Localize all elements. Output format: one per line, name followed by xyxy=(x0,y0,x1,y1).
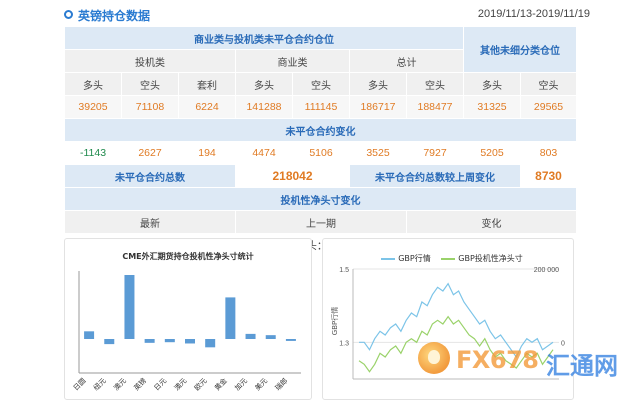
bar-mark xyxy=(124,275,135,339)
change-cell: 7927 xyxy=(405,141,465,165)
total-oi-label: 未平仓合约总数 xyxy=(64,164,236,188)
bar-category-label: 黄金 xyxy=(213,376,229,392)
change-cell: -1143 xyxy=(64,141,122,165)
bar-category-label: 日元 xyxy=(153,377,169,393)
positions-table: 商业类与投机类未平仓合约仓位 其他未细分类仓位 投机类 商业类 总计 多头 空头… xyxy=(63,26,578,257)
change-cell: 5205 xyxy=(463,141,522,165)
bar-mark xyxy=(104,339,115,345)
latest-label: 最新 xyxy=(64,210,236,234)
col-spread: 套利 xyxy=(178,72,236,96)
bar-mark xyxy=(84,331,95,339)
value-cell: 31325 xyxy=(463,95,522,119)
bar-category-label: 加元 xyxy=(233,376,249,392)
change-cell: 194 xyxy=(178,141,236,165)
bar-category-label: 瑞郎 xyxy=(273,376,289,392)
bar-mark xyxy=(144,339,155,343)
bar-mark xyxy=(164,339,175,343)
group-total: 总计 xyxy=(348,49,465,73)
section-title: 英镑持仓数据 xyxy=(78,9,151,23)
bar-chart: 日圆 纽元 澳元 英镑 日元 澳元 欧元 黄金 加元 美元 瑞郎 xyxy=(72,271,301,393)
col-short: 空头 xyxy=(292,72,350,96)
bar-category-label: 日圆 xyxy=(72,377,88,393)
bar-mark xyxy=(285,339,296,341)
left-tick-label: 1.5 xyxy=(339,267,349,274)
value-cell: 29565 xyxy=(520,95,578,119)
group-speculative: 投机类 xyxy=(64,49,236,73)
bar-mark xyxy=(245,333,256,339)
fx678-logo-icon xyxy=(418,342,450,374)
col-long: 多头 xyxy=(235,72,293,96)
oi-change-label: 未平仓合约总数较上周变化 xyxy=(348,164,522,188)
date-range: 2019/11/13-2019/11/19 xyxy=(477,8,590,20)
bar-category-label: 欧元 xyxy=(192,376,208,392)
line-y-axis-label: GBP行情 xyxy=(330,307,339,335)
fx678-watermark: FX678 汇通网 xyxy=(418,336,630,392)
circle-bullet-icon xyxy=(64,10,73,19)
col-short: 空头 xyxy=(405,72,465,96)
bar-category-label: 澳元 xyxy=(172,376,188,392)
value-cell: 186717 xyxy=(349,95,407,119)
bar-category-label: 纽元 xyxy=(91,376,107,392)
col-short: 空头 xyxy=(520,72,578,96)
bar-mark xyxy=(185,339,195,344)
col-short: 空头 xyxy=(121,72,179,96)
bar-mark xyxy=(225,297,236,339)
value-cell: 6224 xyxy=(178,95,236,119)
bar-category-label: 澳元 xyxy=(112,376,128,392)
change-cell: 3525 xyxy=(349,141,407,165)
right-tick-label: 200 000 xyxy=(534,267,559,274)
change-cell: 4474 xyxy=(235,141,293,165)
bar-mark xyxy=(205,339,216,348)
change-cell: 5106 xyxy=(292,141,350,165)
col-long: 多头 xyxy=(349,72,407,96)
group-commercial: 商业类 xyxy=(235,49,350,73)
value-cell: 111145 xyxy=(292,95,350,119)
left-tick-label: 1.3 xyxy=(339,340,349,347)
section2-header: 未平仓合约变化 xyxy=(63,118,578,142)
total-oi-value: 218042 xyxy=(235,164,350,188)
col-long: 多头 xyxy=(463,72,522,96)
oi-change-value: 8730 xyxy=(520,164,578,188)
change-cell: 803 xyxy=(520,141,578,165)
change-label: 变化 xyxy=(405,210,578,234)
bar-mark xyxy=(265,335,276,339)
value-cell: 141288 xyxy=(235,95,293,119)
value-cell: 188477 xyxy=(405,95,465,119)
section3-header: 投机性净头寸变化 xyxy=(63,187,578,211)
col-long: 多头 xyxy=(64,72,122,96)
bar-category-label: 美元 xyxy=(253,376,269,392)
cot-bar-chart-panel: CME外汇期货持仓投机性净头寸统计 日圆 纽元 澳元 英镑 日元 澳元 欧元 黄金 加元 美元 瑞郎 xyxy=(64,238,312,400)
value-cell: 39205 xyxy=(64,95,122,119)
watermark-brand: FX678 xyxy=(456,346,539,374)
other-header: 其他未细分类仓位 xyxy=(463,26,578,73)
section1-header: 商业类与投机类未平仓合约仓位 xyxy=(63,26,465,50)
bar-category-label: 英镑 xyxy=(132,376,148,392)
value-cell: 71108 xyxy=(121,95,179,119)
change-cell: 2627 xyxy=(121,141,179,165)
previous-label: 上一期 xyxy=(235,210,407,234)
watermark-brand-cn: 汇通网 xyxy=(546,352,618,380)
section-header: 英镑持仓数据 2019/11/13-2019/11/19 xyxy=(62,4,592,26)
